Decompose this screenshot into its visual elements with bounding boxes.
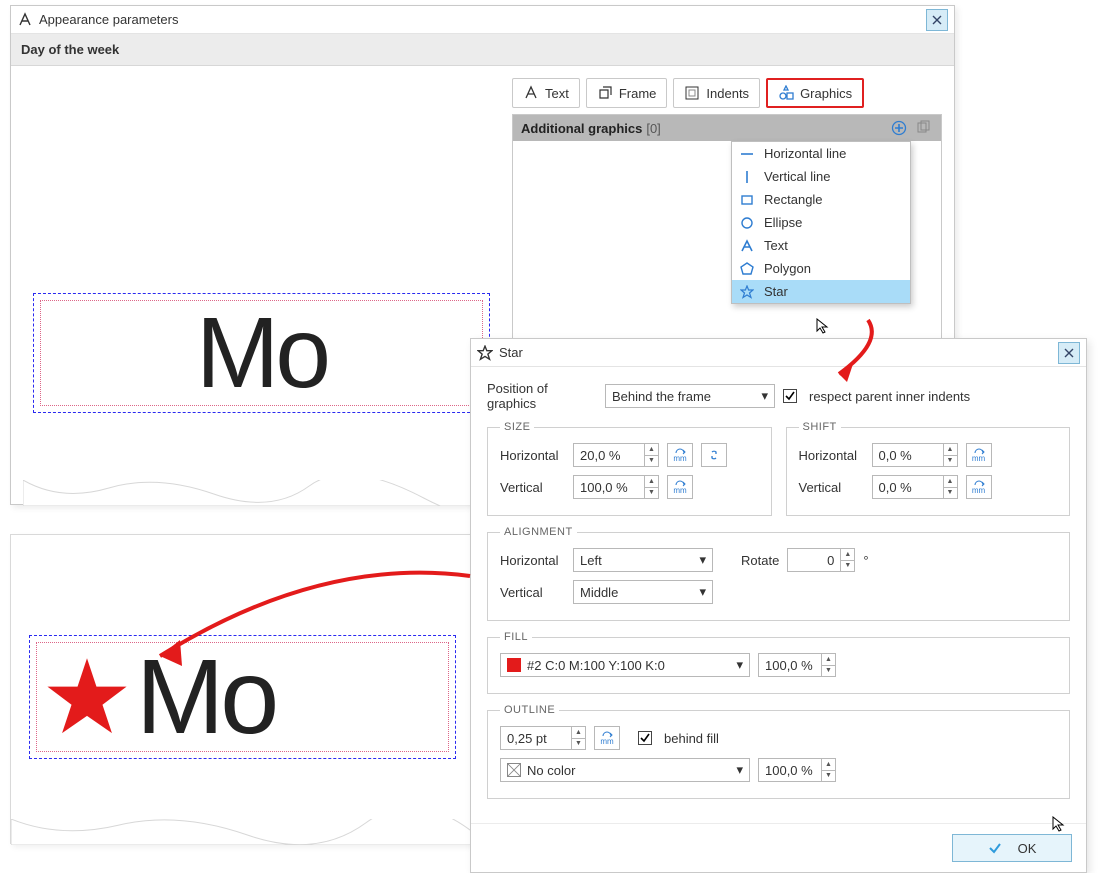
- size-h-input[interactable]: 20,0 %▲▼: [573, 443, 659, 467]
- panel-title: Additional graphics: [521, 121, 642, 136]
- menu-horizontal-line[interactable]: Horizontal line: [732, 142, 910, 165]
- red-star-icon: [44, 654, 130, 740]
- caret-down-icon: ▾: [761, 388, 768, 404]
- fill-group: FILL #2 C:0 M:100 Y:100 K:0▾ 100,0 %▲▼: [487, 631, 1070, 694]
- outline-weight-input[interactable]: 0,25 pt▲▼: [500, 726, 586, 750]
- unit-toggle[interactable]: mm: [966, 475, 992, 499]
- tab-indents[interactable]: Indents: [673, 78, 760, 108]
- menu-star[interactable]: Star: [732, 280, 910, 303]
- tab-label: Indents: [706, 86, 749, 101]
- tab-label: Graphics: [800, 86, 852, 101]
- window-title: Appearance parameters: [39, 12, 926, 27]
- section-header: Day of the week: [11, 34, 954, 66]
- degree-label: °: [863, 553, 868, 568]
- link-icon[interactable]: [701, 443, 727, 467]
- alignment-group: ALIGNMENT Horizontal Left▾ Rotate 0▲▼ ° …: [487, 526, 1070, 621]
- size-v-input[interactable]: 100,0 %▲▼: [573, 475, 659, 499]
- tab-text[interactable]: Text: [512, 78, 580, 108]
- color-swatch: [507, 658, 521, 672]
- tab-label: Frame: [619, 86, 657, 101]
- preview-area: Mo: [23, 78, 500, 498]
- close-button[interactable]: [1058, 342, 1080, 364]
- rotate-input[interactable]: 0▲▼: [787, 548, 855, 572]
- preview2-text: Mo: [136, 637, 275, 758]
- rotate-label: Rotate: [741, 553, 779, 568]
- unit-toggle[interactable]: mm: [966, 443, 992, 467]
- preview-frame: Mo: [33, 293, 490, 413]
- app-icon: [17, 12, 33, 28]
- tab-graphics[interactable]: Graphics: [766, 78, 864, 108]
- respect-label: respect parent inner indents: [809, 389, 970, 404]
- unit-toggle[interactable]: mm: [667, 443, 693, 467]
- size-group: SIZE Horizontal 20,0 %▲▼ mm Vertical 100…: [487, 421, 772, 516]
- shift-v-input[interactable]: 0,0 %▲▼: [872, 475, 958, 499]
- dialog-title: Star: [499, 345, 523, 360]
- outline-color-select[interactable]: No color▾: [500, 758, 750, 782]
- position-label: Position of graphics: [487, 381, 597, 411]
- shift-group: SHIFT Horizontal 0,0 %▲▼ mm Vertical 0,0…: [786, 421, 1071, 516]
- behind-label: behind fill: [664, 731, 719, 746]
- cursor-icon: [816, 318, 832, 334]
- panel-header: Additional graphics [0]: [513, 115, 941, 141]
- copy-icon[interactable]: [913, 118, 933, 138]
- label: Horizontal: [799, 448, 864, 463]
- label: Horizontal: [500, 448, 565, 463]
- menu-text[interactable]: Text: [732, 234, 910, 257]
- label: Vertical: [799, 480, 864, 495]
- tab-label: Text: [545, 86, 569, 101]
- add-icon[interactable]: [889, 118, 909, 138]
- dialog-titlebar[interactable]: Star: [471, 339, 1086, 367]
- menu-polygon[interactable]: Polygon: [732, 257, 910, 280]
- menu-rectangle[interactable]: Rectangle: [732, 188, 910, 211]
- align-v-select[interactable]: Middle▾: [573, 580, 713, 604]
- position-select[interactable]: Behind the frame ▾: [605, 384, 775, 408]
- preview-text: Mo: [34, 294, 489, 412]
- outline-group: OUTLINE 0,25 pt▲▼ mm behind fill No colo…: [487, 704, 1070, 799]
- unit-toggle[interactable]: mm: [667, 475, 693, 499]
- titlebar[interactable]: Appearance parameters: [11, 6, 954, 34]
- behind-fill-checkbox[interactable]: [638, 731, 652, 745]
- cursor-icon: [1052, 816, 1068, 832]
- panel-count: [0]: [646, 121, 660, 136]
- result-preview: Mo: [10, 534, 475, 844]
- fill-opacity-input[interactable]: 100,0 %▲▼: [758, 653, 836, 677]
- star-icon: [477, 345, 493, 361]
- add-graphic-menu: Horizontal line Vertical line Rectangle: [731, 141, 911, 304]
- nocolor-swatch: [507, 763, 521, 777]
- label: Vertical: [500, 480, 565, 495]
- unit-toggle[interactable]: mm: [594, 726, 620, 750]
- tabs: Text Frame Indents Graphics: [512, 78, 942, 108]
- respect-checkbox[interactable]: [783, 389, 797, 403]
- fill-color-select[interactable]: #2 C:0 M:100 Y:100 K:0▾: [500, 653, 750, 677]
- menu-vertical-line[interactable]: Vertical line: [732, 165, 910, 188]
- align-h-select[interactable]: Left▾: [573, 548, 713, 572]
- tab-frame[interactable]: Frame: [586, 78, 668, 108]
- star-dialog: Star Position of graphics Behind the fra…: [470, 338, 1087, 873]
- menu-ellipse[interactable]: Ellipse: [732, 211, 910, 234]
- outline-opacity-input[interactable]: 100,0 %▲▼: [758, 758, 836, 782]
- shift-h-input[interactable]: 0,0 %▲▼: [872, 443, 958, 467]
- close-button[interactable]: [926, 9, 948, 31]
